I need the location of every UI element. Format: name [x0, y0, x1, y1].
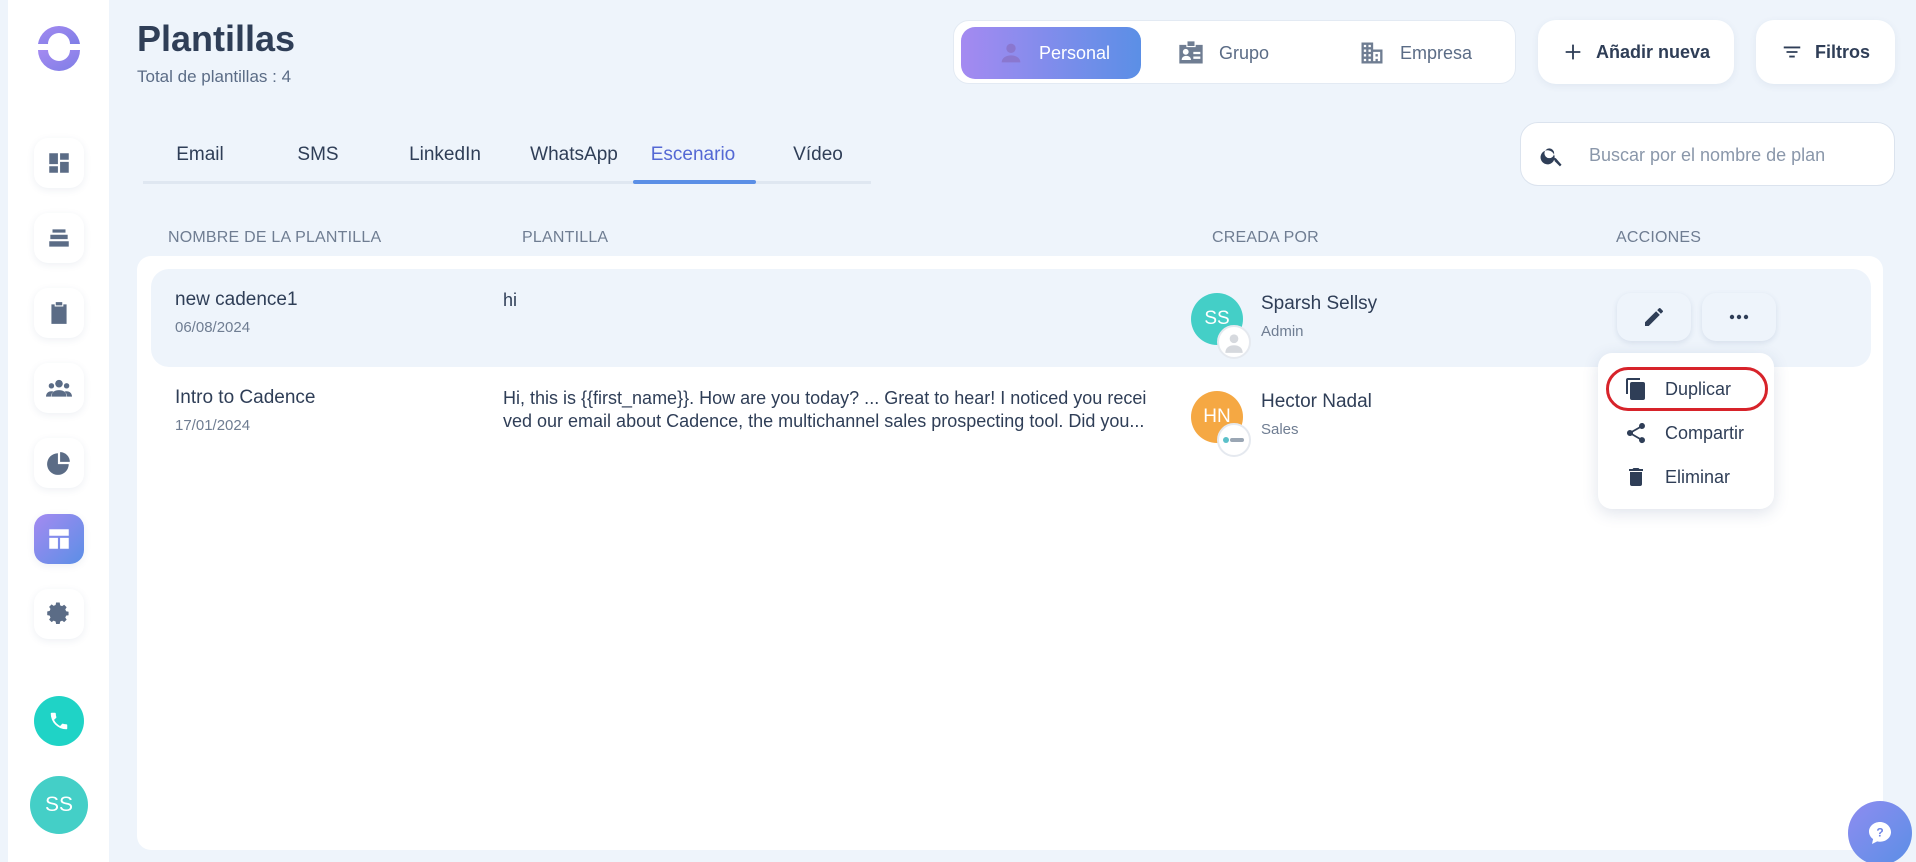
edit-button[interactable]: [1617, 293, 1691, 341]
template-name: Intro to Cadence: [175, 387, 316, 408]
scope-empresa[interactable]: Empresa: [1358, 27, 1508, 79]
tab-whatsapp[interactable]: WhatsApp: [524, 144, 624, 166]
copy-icon: [1626, 378, 1645, 400]
gear-icon: [47, 602, 69, 624]
creator-photo-badge: [1217, 325, 1251, 359]
templates-count: Total de plantillas : 4: [137, 67, 292, 86]
page-title: Plantillas: [137, 18, 296, 59]
stack-icon: [49, 229, 69, 247]
search-box: [1520, 122, 1895, 186]
templates-table: new cadence1 06/08/2024 hi SS Sparsh Sel…: [137, 256, 1883, 850]
pencil-icon: [1645, 308, 1663, 326]
people-icon: [46, 379, 72, 397]
tab-sms[interactable]: SMS: [288, 144, 348, 166]
filters-button[interactable]: Filtros: [1756, 20, 1895, 84]
active-tab-indicator: [633, 180, 756, 184]
help-chat-button[interactable]: ?: [1848, 801, 1912, 862]
creator-photo-badge: [1217, 423, 1251, 457]
column-header-actions: ACCIONES: [1616, 229, 1702, 246]
creator-role: Sales: [1261, 421, 1299, 438]
help-chat-icon: ?: [1869, 822, 1891, 844]
sidebar-item-reports[interactable]: [34, 438, 84, 488]
sidebar-item-inbox[interactable]: [34, 213, 84, 263]
template-date: 17/01/2024: [175, 417, 251, 434]
search-icon: [1540, 148, 1562, 167]
menu-item-label: Duplicar: [1665, 378, 1732, 399]
sidebar-item-dashboard[interactable]: [34, 138, 84, 188]
call-button[interactable]: [34, 696, 84, 746]
template-date: 06/08/2024: [175, 319, 251, 336]
scope-grupo[interactable]: Grupo: [1177, 27, 1317, 79]
plus-icon: [1565, 44, 1581, 60]
menu-item-compartir[interactable]: Compartir: [1598, 413, 1774, 453]
scope-personal[interactable]: Personal: [961, 27, 1141, 79]
group-card-icon: [1179, 41, 1203, 64]
creator-name: Sparsh Sellsy: [1261, 293, 1378, 314]
more-actions-button[interactable]: [1702, 293, 1776, 341]
column-header-template: PLANTILLA: [522, 229, 609, 246]
search-input[interactable]: [1589, 133, 1879, 177]
building-icon: [1361, 42, 1383, 64]
tab-email[interactable]: Email: [165, 144, 235, 166]
clipboard-icon: [51, 302, 67, 324]
sidebar-item-tasks[interactable]: [34, 288, 84, 338]
filter-icon: [1783, 46, 1801, 58]
tab-video[interactable]: Vídeo: [783, 144, 853, 166]
scope-toggle: Personal Grupo Empresa: [953, 20, 1516, 84]
column-header-created-by: CREADA POR: [1212, 229, 1319, 246]
template-name: new cadence1: [175, 289, 298, 310]
scope-empresa-label: Empresa: [1400, 42, 1473, 63]
sidebar-item-templates[interactable]: [34, 514, 84, 564]
add-new-label: Añadir nueva: [1595, 41, 1711, 62]
sidebar-item-people[interactable]: [34, 363, 84, 413]
menu-item-label: Compartir: [1665, 422, 1745, 443]
add-new-button[interactable]: Añadir nueva: [1538, 20, 1734, 84]
row-actions-menu: Duplicar Compartir Eliminar: [1598, 353, 1774, 509]
column-header-name: NOMBRE DE LA PLANTILLA: [168, 229, 382, 246]
menu-item-eliminar[interactable]: Eliminar: [1598, 457, 1774, 497]
menu-item-duplicar[interactable]: Duplicar: [1598, 369, 1774, 409]
channel-tabs: Email SMS LinkedIn WhatsApp Escenario Ví…: [143, 128, 871, 184]
filters-label: Filtros: [1814, 41, 1870, 62]
template-preview: hi: [503, 290, 518, 310]
user-avatar[interactable]: SS: [30, 776, 88, 834]
sidebar: SS: [8, 0, 109, 862]
tab-escenario[interactable]: Escenario: [643, 144, 743, 166]
creator-role: Admin: [1261, 323, 1304, 340]
templates-icon: [49, 529, 69, 549]
company-logo-icon: [1223, 437, 1244, 443]
pie-chart-icon: [47, 452, 70, 475]
dashboard-icon: [49, 153, 69, 173]
creator-name: Hector Nadal: [1261, 391, 1372, 412]
svg-text:?: ?: [1876, 826, 1883, 840]
trash-icon: [1629, 468, 1643, 486]
menu-item-label: Eliminar: [1665, 466, 1731, 487]
app-logo-icon[interactable]: [34, 22, 84, 72]
scope-grupo-label: Grupo: [1219, 42, 1270, 63]
share-icon: [1626, 422, 1645, 444]
phone-icon: [50, 712, 68, 730]
scope-personal-label: Personal: [1039, 42, 1111, 63]
person-icon: [1001, 43, 1021, 63]
template-preview: Hi, this is {{first_name}}. How are you …: [503, 388, 1147, 431]
tab-linkedin[interactable]: LinkedIn: [405, 144, 485, 166]
sidebar-item-settings[interactable]: [34, 589, 84, 639]
more-horizontal-icon: [1729, 314, 1749, 320]
user-placeholder-icon: [1225, 334, 1243, 353]
